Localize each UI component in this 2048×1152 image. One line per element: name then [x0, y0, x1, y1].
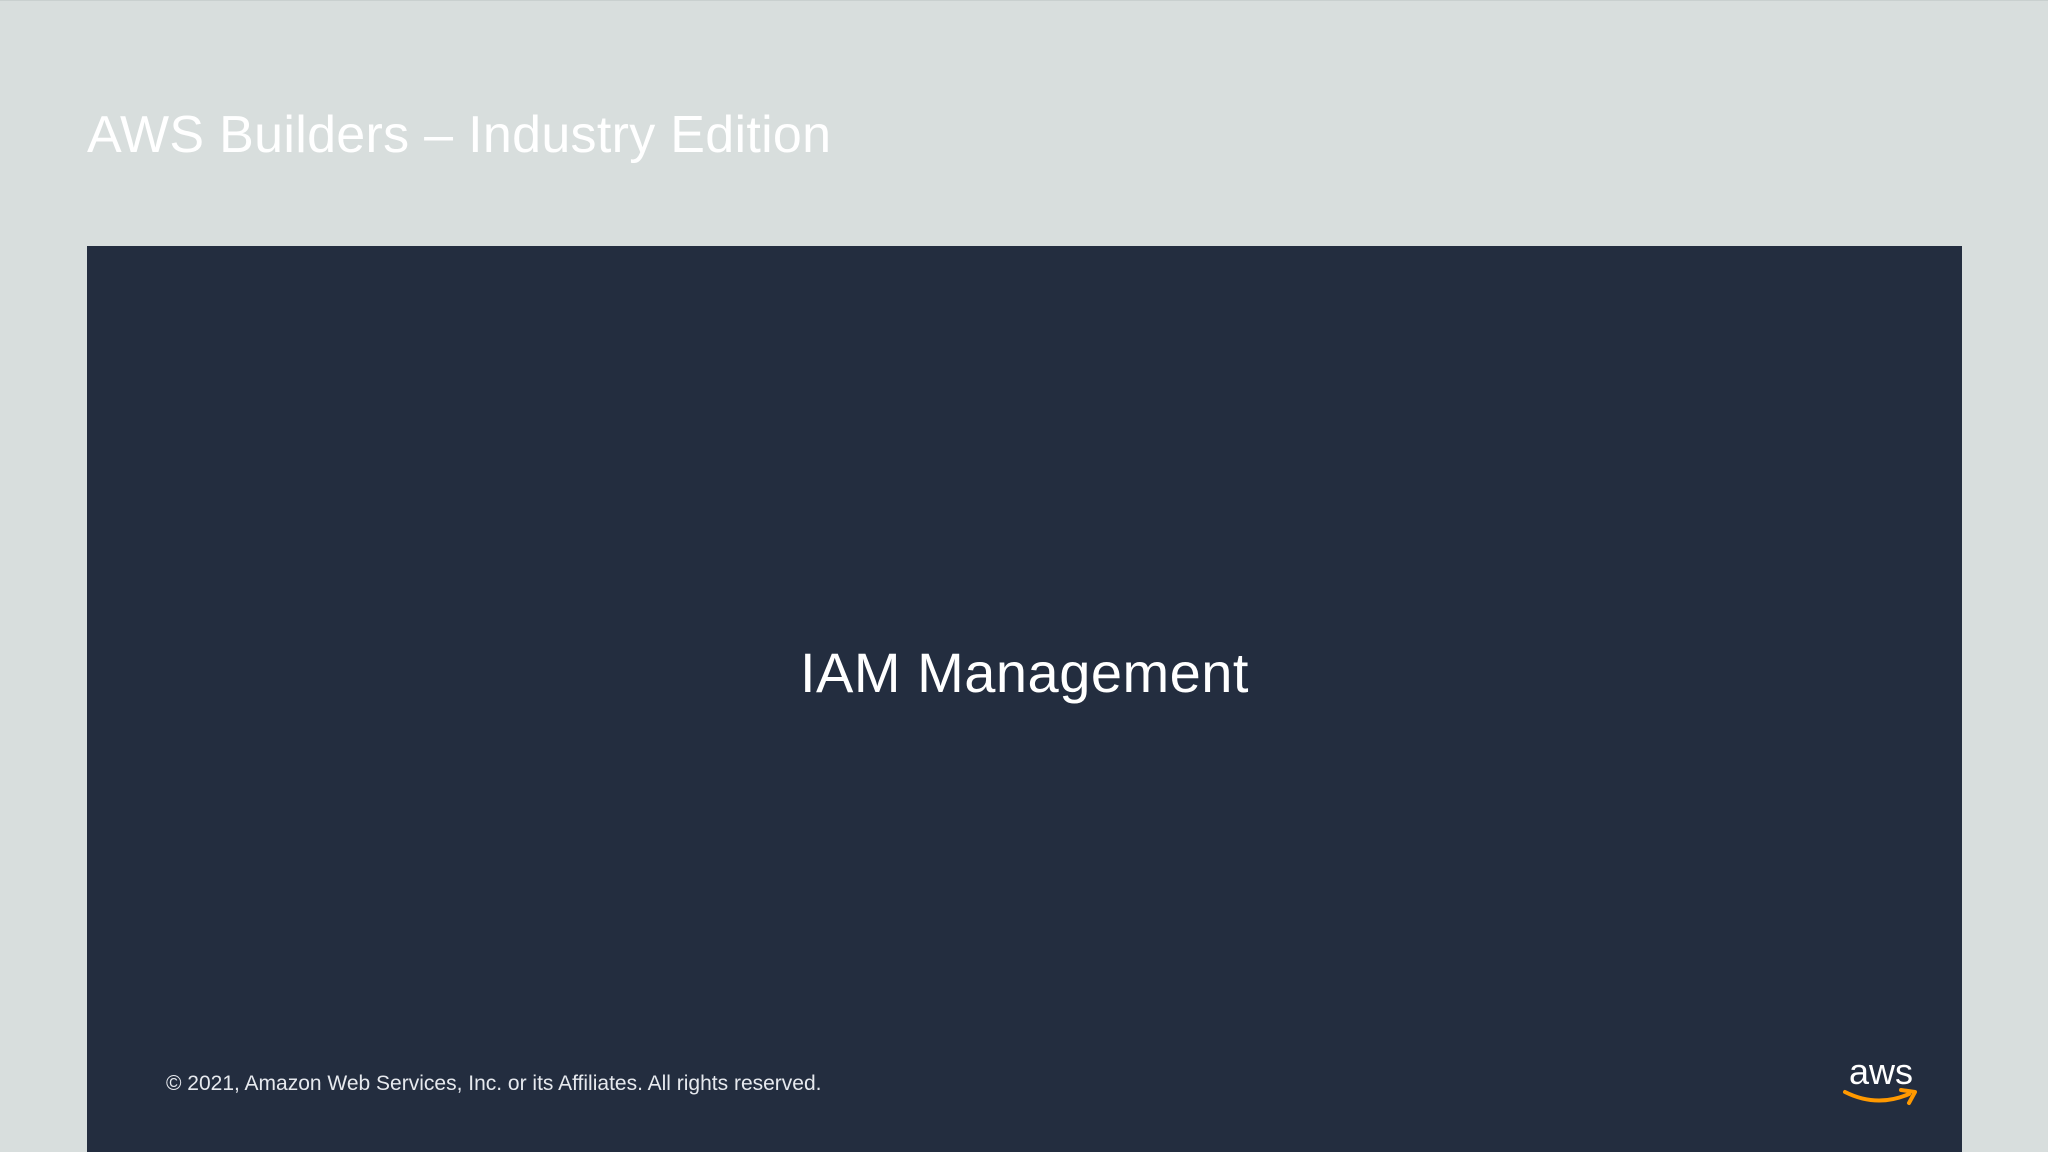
presentation-page: AWS Builders – Industry Edition IAM Mana…	[0, 0, 2048, 1152]
presentation-title: AWS Builders – Industry Edition	[87, 106, 832, 164]
aws-logo: aws	[1839, 1054, 1923, 1106]
slide-heading: IAM Management	[800, 641, 1249, 704]
copyright-notice: © 2021, Amazon Web Services, Inc. or its…	[166, 1072, 822, 1095]
slide-panel: IAM Management © 2021, Amazon Web Servic…	[87, 246, 1962, 1152]
aws-smile-icon	[1843, 1088, 1917, 1105]
